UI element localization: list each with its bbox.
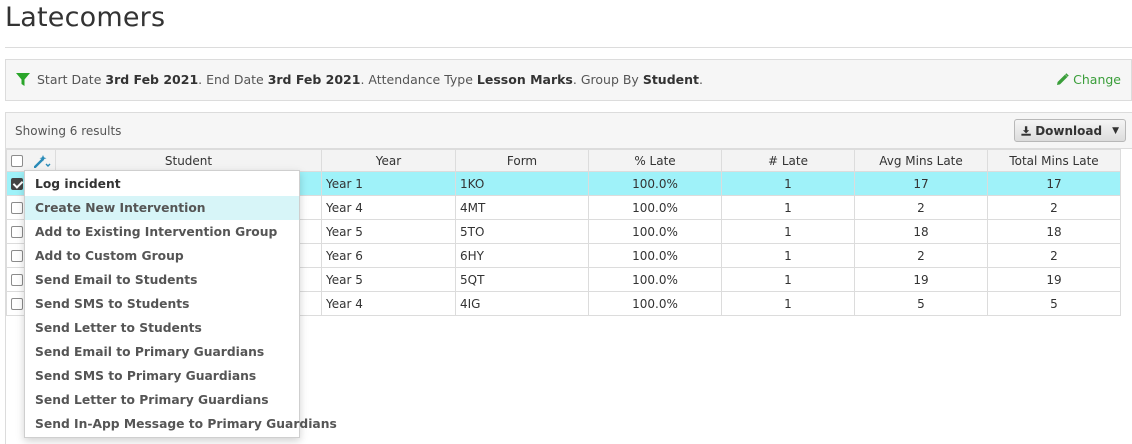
form-cell: 6HY <box>455 243 589 268</box>
download-label: Download <box>1035 123 1103 138</box>
menu-item-send-email-to-primary-guardians[interactable]: Send Email to Primary Guardians <box>25 340 299 364</box>
pct-late-cell: 100.0% <box>588 195 722 220</box>
form-cell: 4MT <box>455 195 589 220</box>
menu-item-log-incident[interactable]: Log incident <box>25 172 299 196</box>
group-by-value: Student <box>642 72 699 87</box>
results-count: Showing 6 results <box>15 124 122 138</box>
group-by-label: . Group By <box>572 72 639 87</box>
row-checkbox[interactable] <box>11 250 23 262</box>
total-mins-cell: 5 <box>987 291 1121 316</box>
menu-item-send-in-app-message-to-primary-guardians[interactable]: Send In-App Message to Primary Guardians <box>25 412 337 436</box>
year-cell: Year 4 <box>321 195 456 220</box>
row-checkbox[interactable] <box>11 178 23 190</box>
page-title: Latecomers <box>5 2 166 33</box>
change-filter-link[interactable]: Change <box>1056 72 1121 87</box>
menu-item-create-new-intervention[interactable]: Create New Intervention <box>25 196 299 220</box>
filter-icon <box>16 73 30 86</box>
filter-description: Start Date 3rd Feb 2021. End Date 3rd Fe… <box>37 72 703 87</box>
start-date-value: 3rd Feb 2021 <box>105 72 199 87</box>
filter-summary-bar: Start Date 3rd Feb 2021. End Date 3rd Fe… <box>5 59 1132 101</box>
total-mins-cell: 2 <box>987 195 1121 220</box>
pct-late-cell: 100.0% <box>588 267 722 292</box>
year-cell: Year 4 <box>321 291 456 316</box>
total-mins-cell: 17 <box>987 171 1121 196</box>
end-date-label: . End Date <box>198 72 264 87</box>
column-header-avg-mins-late[interactable]: Avg Mins Late <box>854 149 988 172</box>
num-late-cell: 1 <box>721 267 855 292</box>
pct-late-cell: 100.0% <box>588 243 722 268</box>
attendance-type-label: . Attendance Type <box>360 72 473 87</box>
caret-down-icon: ▼ <box>1112 125 1119 136</box>
attendance-type-value: Lesson Marks <box>476 72 573 87</box>
num-late-cell: 1 <box>721 291 855 316</box>
menu-item-send-letter-to-primary-guardians[interactable]: Send Letter to Primary Guardians <box>25 388 299 412</box>
avg-mins-cell: 5 <box>854 291 988 316</box>
column-header-student[interactable]: Student <box>55 149 322 172</box>
num-late-cell: 1 <box>721 219 855 244</box>
menu-item-send-email-to-students[interactable]: Send Email to Students <box>25 268 299 292</box>
row-checkbox[interactable] <box>11 226 23 238</box>
num-late-cell: 1 <box>721 243 855 268</box>
column-header-num-late[interactable]: # Late <box>721 149 855 172</box>
pct-late-cell: 100.0% <box>588 219 722 244</box>
pct-late-cell: 100.0% <box>588 291 722 316</box>
results-header: Showing 6 results Download ▼ <box>6 113 1132 149</box>
bulk-actions-menu: Log incident Create New Intervention Add… <box>24 170 337 438</box>
menu-item-add-to-existing-intervention-group[interactable]: Add to Existing Intervention Group <box>25 220 299 244</box>
total-mins-cell: 2 <box>987 243 1121 268</box>
column-header-pct-late[interactable]: % Late <box>588 149 722 172</box>
menu-item-send-letter-to-students[interactable]: Send Letter to Students <box>25 316 299 340</box>
year-cell: Year 5 <box>321 219 456 244</box>
avg-mins-cell: 19 <box>854 267 988 292</box>
avg-mins-cell: 2 <box>854 243 988 268</box>
change-link-label: Change <box>1073 72 1121 87</box>
table-header-row: Student Year Form % Late # Late Avg Mins… <box>6 149 1121 172</box>
row-checkbox[interactable] <box>11 298 23 310</box>
avg-mins-cell: 2 <box>854 195 988 220</box>
avg-mins-cell: 17 <box>854 171 988 196</box>
form-cell: 5TO <box>455 219 589 244</box>
end-date-value: 3rd Feb 2021 <box>267 72 361 87</box>
download-icon <box>1021 125 1031 136</box>
year-cell: Year 1 <box>321 171 456 196</box>
select-tools-header <box>6 149 56 172</box>
row-checkbox[interactable] <box>11 274 23 286</box>
magic-wand-icon[interactable] <box>34 154 51 168</box>
num-late-cell: 1 <box>721 171 855 196</box>
menu-item-send-sms-to-primary-guardians[interactable]: Send SMS to Primary Guardians <box>25 364 299 388</box>
form-cell: 4IG <box>455 291 589 316</box>
form-cell: 1KO <box>455 171 589 196</box>
total-mins-cell: 19 <box>987 267 1121 292</box>
menu-item-send-sms-to-students[interactable]: Send SMS to Students <box>25 292 299 316</box>
column-header-form[interactable]: Form <box>455 149 589 172</box>
filter-trailing-period: . <box>699 72 703 87</box>
column-header-total-mins-late[interactable]: Total Mins Late <box>987 149 1121 172</box>
year-cell: Year 5 <box>321 267 456 292</box>
avg-mins-cell: 18 <box>854 219 988 244</box>
start-date-label: Start Date <box>37 72 102 87</box>
row-checkbox[interactable] <box>11 202 23 214</box>
total-mins-cell: 18 <box>987 219 1121 244</box>
num-late-cell: 1 <box>721 195 855 220</box>
column-header-year[interactable]: Year <box>321 149 456 172</box>
pct-late-cell: 100.0% <box>588 171 722 196</box>
download-button[interactable]: Download ▼ <box>1014 119 1126 142</box>
title-divider <box>5 47 1132 48</box>
pencil-icon <box>1057 73 1069 85</box>
select-all-checkbox[interactable] <box>11 154 23 167</box>
menu-item-add-to-custom-group[interactable]: Add to Custom Group <box>25 244 299 268</box>
form-cell: 5QT <box>455 267 589 292</box>
year-cell: Year 6 <box>321 243 456 268</box>
